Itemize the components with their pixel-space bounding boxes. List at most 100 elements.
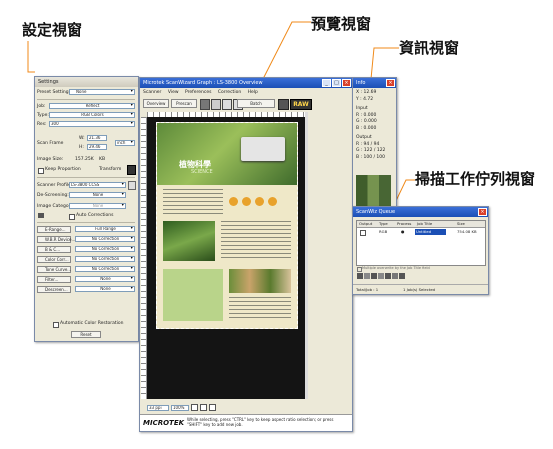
transform-icon[interactable] (127, 165, 136, 175)
info-callout: 資訊視窗 (399, 39, 460, 57)
type-select[interactable]: RGB Colors (49, 112, 135, 118)
col-size[interactable]: Size (457, 221, 465, 227)
h-label: H: (79, 145, 84, 150)
menu-scanner[interactable]: Scanner (143, 90, 161, 95)
batch-button[interactable]: Batch (237, 99, 275, 108)
raw-label: RAW (293, 101, 309, 108)
tool-select[interactable]: No Correction (75, 236, 135, 242)
select-tool-icon[interactable] (200, 99, 210, 110)
tool-value: No Correction (91, 246, 120, 251)
menu-help[interactable]: Help (248, 90, 258, 95)
close-icon[interactable]: × (342, 79, 351, 87)
tool-select[interactable]: None (75, 286, 135, 292)
auto-color-restoration-label: Automatic Color Restoration (60, 321, 124, 326)
raw-button[interactable]: RAW (290, 99, 312, 110)
scanner-profile-select[interactable]: LS-3800 CCSS (69, 182, 126, 188)
scroll-bar-vertical[interactable] (305, 112, 308, 399)
overwrite-label: Multiple overwrite by the Job Title fiel… (362, 266, 430, 270)
auto-corrections-checkbox[interactable] (69, 214, 75, 220)
queue-header: Output Type Process Job Title Size (357, 221, 485, 228)
tool-button[interactable]: Descreen... (37, 286, 71, 293)
job-label: Job: (37, 104, 46, 109)
minimize-icon[interactable]: _ (322, 79, 331, 87)
queue-window-controls: × (478, 208, 487, 216)
tool-select[interactable]: None (75, 276, 135, 282)
tool-select[interactable]: Full Range (75, 226, 135, 232)
tool-select[interactable]: No Correction (75, 256, 135, 262)
auto-color-restoration-checkbox[interactable] (53, 322, 59, 328)
preset-select[interactable]: None (69, 89, 135, 95)
zoom-in-icon[interactable] (191, 404, 198, 411)
preview-title: Microtek ScanWizard Graph : LS-3800 Over… (143, 80, 263, 86)
tool-button[interactable]: E-Range... (37, 226, 71, 233)
descreening-select[interactable]: None (69, 192, 126, 198)
ppi-field[interactable]: 33 ppi (147, 404, 169, 411)
tool-button[interactable]: Color Corr... (37, 256, 71, 263)
scanned-document: 植物科學 SCIENCE (156, 122, 298, 329)
output-checkbox[interactable] (360, 230, 366, 236)
y-label: Y (356, 96, 359, 102)
close-icon[interactable]: × (478, 208, 487, 216)
queue-tool-icon[interactable] (392, 273, 398, 279)
profile-info-icon[interactable] (128, 181, 136, 190)
menu-view[interactable]: View (168, 90, 179, 95)
info-titlebar: Info × (353, 78, 396, 88)
res-select[interactable]: 300 (49, 121, 135, 127)
unit-select[interactable]: inch (115, 140, 135, 146)
image-category-value: None (92, 203, 104, 208)
w-label: W: (79, 136, 85, 141)
col-output[interactable]: Output (359, 221, 372, 227)
doc-scanner-photo (241, 137, 285, 161)
tool-button[interactable]: W.B.R Device... (37, 236, 75, 243)
overview-button[interactable]: Overview (143, 99, 169, 108)
queue-row[interactable]: RGB ● Untitled 754.08 KB (357, 229, 485, 236)
keep-proportion-label: Keep Proportion (45, 167, 81, 172)
output-b: B : 100 / 100 (356, 154, 386, 160)
res-label: Res: (37, 122, 47, 127)
doc-plant-photo (163, 221, 215, 261)
menu-preferences[interactable]: Preferences (185, 90, 211, 95)
width-input[interactable]: 21.36 (87, 135, 107, 141)
auto-correction-icon[interactable] (38, 213, 44, 218)
close-icon[interactable]: × (386, 79, 395, 87)
camera-icon[interactable] (278, 99, 289, 110)
fit-icon[interactable] (209, 404, 216, 411)
zoom-out-icon[interactable] (200, 404, 207, 411)
preview-titlebar: Microtek ScanWizard Graph : LS-3800 Over… (140, 78, 352, 88)
descreening-label: De-Screening: (37, 193, 69, 198)
tool-row: Descreen... None (37, 286, 135, 295)
reset-button[interactable]: Reset (71, 331, 101, 338)
queue-tool-icons (357, 273, 405, 279)
queue-tool-icon[interactable] (378, 273, 384, 279)
queue-tool-icon[interactable] (385, 273, 391, 279)
unit-value: inch (117, 140, 126, 145)
image-category-select[interactable]: None (69, 203, 126, 209)
doc-photo-strip (229, 269, 291, 293)
doc-badge-icon (255, 197, 264, 206)
eyedropper-icon[interactable] (222, 99, 232, 110)
tool-button[interactable]: Filter... (37, 276, 71, 283)
preview-window: Microtek ScanWizard Graph : LS-3800 Over… (139, 77, 353, 432)
queue-tool-icon[interactable] (364, 273, 370, 279)
tool-button[interactable]: B & C... (37, 246, 71, 253)
col-process[interactable]: Process (397, 221, 411, 227)
tool-select[interactable]: No Correction (75, 266, 135, 272)
tool-select[interactable]: No Correction (75, 246, 135, 252)
job-select[interactable]: Reflect (49, 103, 135, 109)
zoom-tool-icon[interactable] (211, 99, 221, 110)
x-label: X (356, 90, 360, 95)
col-job-title[interactable]: Job Title (417, 221, 432, 227)
scanner-profile-value: LS-3800 CCSS (71, 182, 100, 187)
y-value: 4.72 (363, 96, 374, 102)
prescan-button[interactable]: Prescan (171, 99, 197, 108)
menu-correction[interactable]: Correction (218, 90, 241, 95)
queue-tool-icon[interactable] (357, 273, 363, 279)
maximize-icon[interactable]: □ (332, 79, 341, 87)
keep-proportion-checkbox[interactable] (38, 168, 44, 174)
tool-button[interactable]: Tone Curve... (37, 266, 71, 273)
queue-tool-icon[interactable] (399, 273, 405, 279)
queue-tool-icon[interactable] (371, 273, 377, 279)
zoom-field[interactable]: 100% (171, 404, 189, 411)
height-input[interactable]: 29.46 (87, 144, 107, 150)
col-type[interactable]: Type (379, 221, 388, 227)
